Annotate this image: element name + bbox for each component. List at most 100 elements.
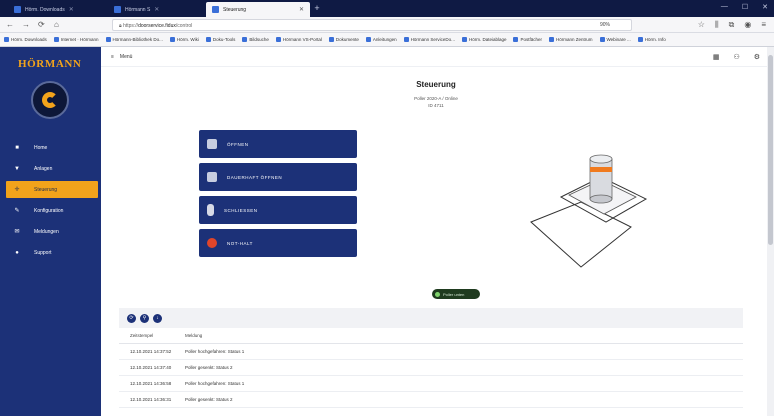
bollard-icon xyxy=(207,204,214,216)
back-icon[interactable]: ← xyxy=(6,20,14,29)
table-row[interactable]: 12.10.2021 14:37:52 Poller hochgefahren:… xyxy=(119,344,743,360)
bookmark-favicon-icon xyxy=(365,37,371,42)
bookmark-label: Postfächer xyxy=(520,37,542,42)
status-dot-icon xyxy=(435,291,440,297)
close-button[interactable]: SCHLIESSEN xyxy=(199,196,357,224)
bookmark-label: Hörmann Zentrum xyxy=(556,37,593,42)
bookmark-item[interactable]: Anleitungen xyxy=(365,37,397,42)
sidebar-item-label: Konfiguration xyxy=(34,207,64,214)
breadcrumb[interactable]: ≡ Menü xyxy=(111,54,132,60)
bookmark-favicon-icon xyxy=(275,37,281,42)
forward-icon[interactable]: → xyxy=(22,20,30,29)
bookmark-item[interactable]: Hörmann ServiceDo... xyxy=(403,37,455,42)
bookmark-item[interactable]: Internet · Hörmann xyxy=(53,37,99,42)
maximize-icon[interactable]: ☐ xyxy=(742,3,748,11)
home-icon: ■ xyxy=(15,144,19,151)
event-log-toolbar: ⟳ ⚲ ↓ xyxy=(119,308,743,328)
settings-icon[interactable]: ⚙ xyxy=(754,53,760,61)
open-button[interactable]: ÖFFNEN xyxy=(199,130,357,158)
library-icon[interactable]: ⫼ xyxy=(715,20,719,30)
sidebar-item-home[interactable]: ■ Home xyxy=(6,139,98,156)
sidebar-item-meldungen[interactable]: ✉ Meldungen xyxy=(6,223,98,240)
browser-tab[interactable]: Hörmann S ✕ xyxy=(108,2,198,17)
row-message: Poller gesenkt: Status 2 xyxy=(185,397,233,402)
close-tab-icon[interactable]: ✕ xyxy=(299,6,304,13)
event-log-header: Zeitstempel Meldung xyxy=(119,328,743,344)
close-tab-icon[interactable]: ✕ xyxy=(154,6,159,13)
device-subtitle: Poller 2020-A / Online xyxy=(414,96,458,101)
download-icon[interactable]: ↓ xyxy=(153,313,162,323)
sidebar-item-steuerung[interactable]: ✛ Steuerung xyxy=(6,181,98,198)
action-label: DAUERHAFT ÖFFNEN xyxy=(227,174,283,180)
action-label: ÖFFNEN xyxy=(227,141,249,147)
bookmark-label: Anleitungen xyxy=(372,37,397,42)
bookmark-item[interactable]: Dokumente xyxy=(328,37,359,42)
bookmark-star-icon[interactable]: ☆ xyxy=(698,20,705,30)
bookmark-item[interactable]: Hörm. Dateiablage xyxy=(461,37,507,42)
user-icon[interactable]: ⚇ xyxy=(733,53,739,61)
bookmark-item[interactable]: Bildsuche xyxy=(242,37,269,42)
bookmark-item[interactable]: Hörmann Zentrum xyxy=(549,37,593,42)
stop-icon xyxy=(207,238,217,248)
minimize-icon[interactable]: — xyxy=(721,3,728,11)
url-prefix: https:// xyxy=(123,23,139,29)
home-icon[interactable]: ⌂ xyxy=(54,20,59,29)
browser-tab-bar: Hörm. Downloads ✕ Hörmann S ✕ Steuerung … xyxy=(0,0,774,17)
bookmarks-bar: Hörm. Downloads Internet · Hörmann Hörmann… xyxy=(0,33,774,47)
url-bar[interactable]: 🔒︎ https://doorservice.fidux/control xyxy=(112,19,632,31)
browser-tab[interactable]: Hörm. Downloads ✕ xyxy=(8,2,100,17)
new-tab-icon[interactable]: + xyxy=(312,3,322,13)
page-scrollbar[interactable] xyxy=(767,47,774,416)
filter-icon[interactable]: ⚲ xyxy=(140,313,149,323)
browser-window: Hörm. Downloads ✕ Hörmann S ✕ Steuerung … xyxy=(0,0,774,416)
bookmark-item[interactable]: Hörm. Wiki xyxy=(169,37,199,42)
column-header[interactable]: Meldung xyxy=(185,333,743,338)
sidebar-item-anlagen[interactable]: ▼ Anlagen xyxy=(6,160,98,177)
sidebar-item-support[interactable]: ● Support xyxy=(6,244,98,261)
brand-logo-text: HÖRMANN xyxy=(18,58,82,70)
row-message: Poller hochgefahren: Status 1 xyxy=(185,349,245,354)
account-icon[interactable]: ◉ xyxy=(744,20,751,30)
row-timestamp: 12.10.2021 14:36:58 xyxy=(130,381,172,386)
bookmark-item[interactable]: Webinare ... xyxy=(599,37,631,42)
bookmark-favicon-icon xyxy=(461,37,467,42)
pin-icon: ▼ xyxy=(14,165,20,172)
sidebar-item-konfiguration[interactable]: ✎ Konfiguration xyxy=(6,202,98,219)
bookmark-item[interactable]: Postfächer xyxy=(513,37,542,42)
browser-tab-active[interactable]: Steuerung ✕ xyxy=(206,2,310,17)
bollard-top xyxy=(589,154,613,164)
bookmark-label: Hörm. Dateiablage xyxy=(468,37,507,42)
app-sidebar: HÖRMANN ■ Home ▼ Anlagen ✛ Steuerung ✎ K… xyxy=(0,47,101,416)
bookmark-label: Hörm. Downloads xyxy=(11,37,47,42)
extensions-icon[interactable]: ⧉ xyxy=(729,20,735,30)
sidebar-item-label: Steuerung xyxy=(34,186,58,193)
refresh-icon[interactable]: ⟳ xyxy=(127,313,136,323)
zoom-level[interactable]: 90% xyxy=(600,22,610,28)
column-header[interactable]: Zeitstempel xyxy=(130,333,185,338)
bookmark-item[interactable]: Hörm. Info xyxy=(637,37,666,42)
bookmark-item[interactable]: Hörmann VS-Portal xyxy=(275,37,322,42)
bookmark-item[interactable]: Hörm. Downloads xyxy=(4,37,47,42)
table-row[interactable]: 12.10.2021 14:37:40 Poller gesenkt: Stat… xyxy=(119,360,743,376)
bookmark-item[interactable]: Hörmann-Bibliothek Do... xyxy=(105,37,163,42)
bookmark-favicon-icon xyxy=(105,37,111,42)
table-row[interactable]: 12.10.2021 14:36:31 Poller gesenkt: Stat… xyxy=(119,392,743,408)
menu-icon[interactable]: ≡ xyxy=(761,20,766,30)
tab-favicon-icon xyxy=(212,6,219,13)
close-tab-icon[interactable]: ✕ xyxy=(69,6,74,13)
hold-open-button[interactable]: DAUERHAFT ÖFFNEN xyxy=(199,163,357,191)
menu-toggle-icon[interactable]: ≡ xyxy=(111,54,114,60)
action-buttons: ÖFFNEN DAUERHAFT ÖFFNEN SCHLIESSEN NOT-H… xyxy=(199,130,357,262)
bookmark-favicon-icon xyxy=(403,37,409,42)
bookmark-label: Bildsuche xyxy=(249,37,269,42)
emergency-stop-button[interactable]: NOT-HALT xyxy=(199,229,357,257)
grid-icon[interactable]: ▦ xyxy=(713,53,720,61)
table-row[interactable]: 12.10.2021 14:36:58 Poller hochgefahren:… xyxy=(119,376,743,392)
bookmark-favicon-icon xyxy=(242,37,248,42)
main-content: ≡ Menü ▦ ⚇ ⚙ Steuerung Poller 2020-A / O… xyxy=(101,47,774,416)
close-window-icon[interactable]: ✕ xyxy=(762,3,768,11)
scrollbar-thumb[interactable] xyxy=(768,55,773,245)
reload-icon[interactable]: ⟳ xyxy=(38,20,45,29)
bookmark-item[interactable]: Doku-Tools xyxy=(205,37,235,42)
c-logo-icon xyxy=(42,92,58,108)
